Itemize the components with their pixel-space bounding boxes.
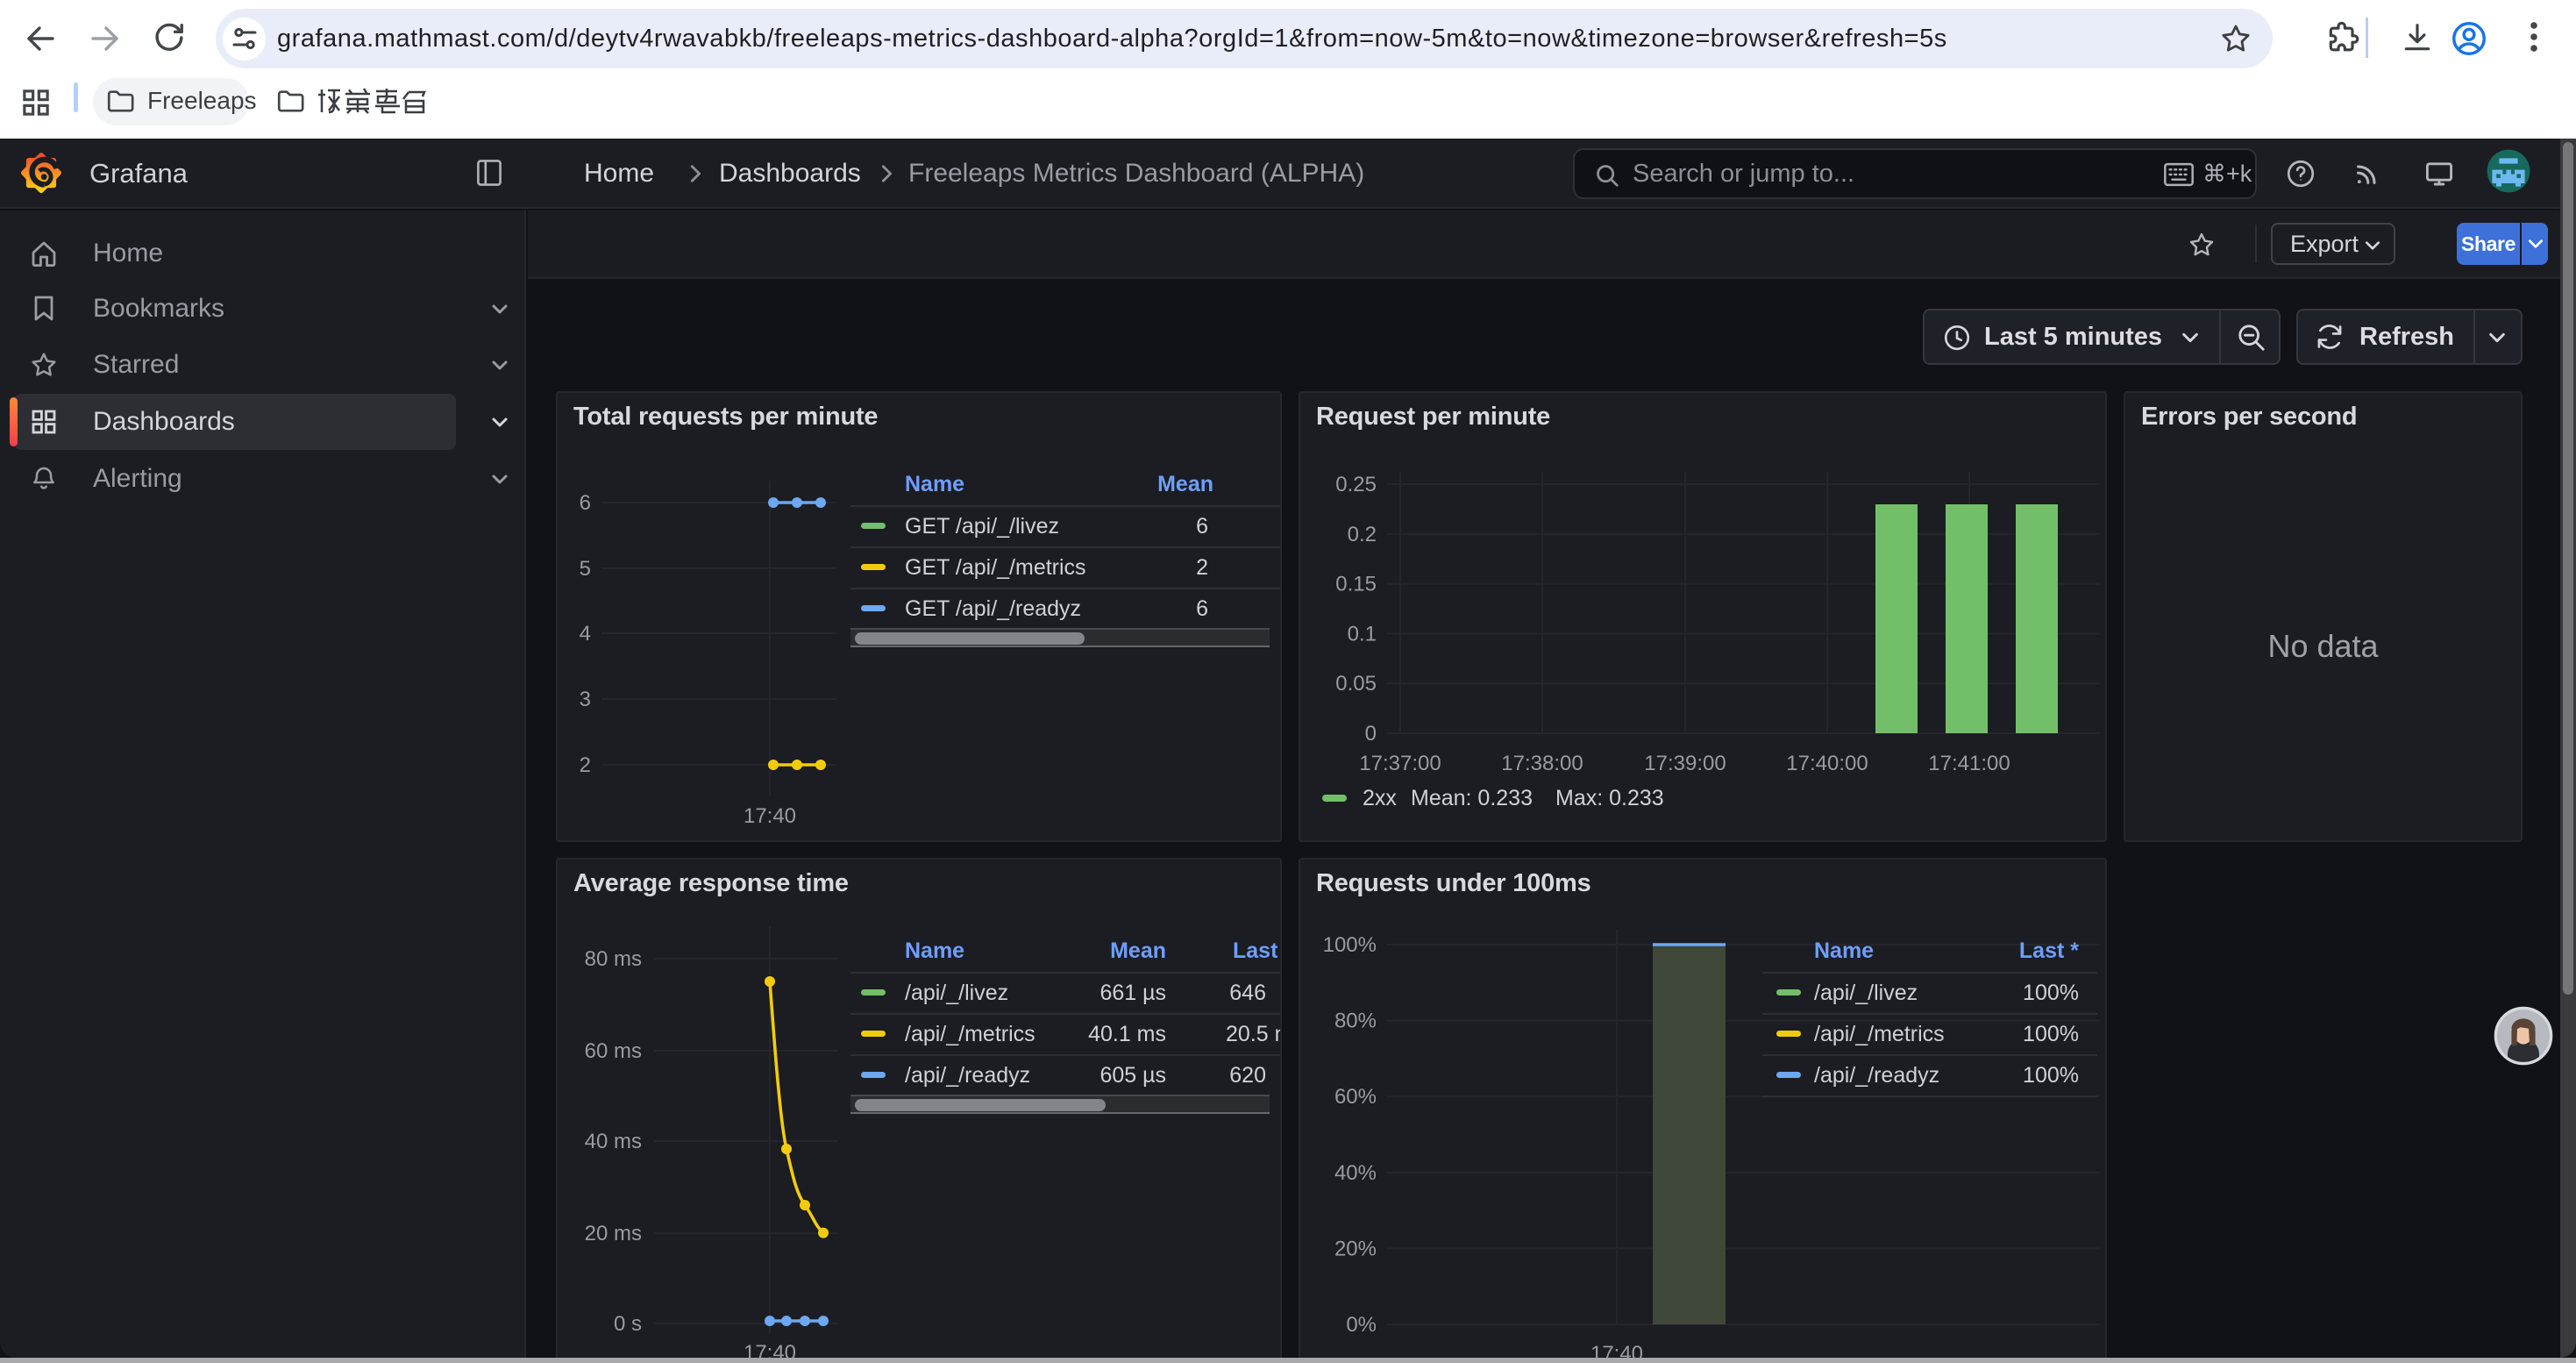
svg-text:2: 2 — [580, 753, 591, 777]
svg-text:Mean: 0.233: Mean: 0.233 — [1411, 786, 1533, 810]
svg-text:17:40: 17:40 — [744, 804, 796, 828]
svg-text:17:40: 17:40 — [1590, 1342, 1643, 1358]
svg-text:0.25: 0.25 — [1335, 473, 1377, 496]
svg-text:20%: 20% — [1334, 1237, 1377, 1260]
svg-text:0%: 0% — [1346, 1313, 1377, 1337]
svg-text:17:39:00: 17:39:00 — [1644, 752, 1726, 775]
svg-text:80 ms: 80 ms — [585, 947, 642, 971]
svg-text:0 s: 0 s — [614, 1312, 642, 1336]
svg-text:17:40:00: 17:40:00 — [1786, 752, 1868, 775]
svg-text:5: 5 — [580, 557, 591, 581]
svg-text:3: 3 — [580, 688, 591, 711]
svg-text:4: 4 — [580, 622, 591, 646]
svg-text:40 ms: 40 ms — [585, 1130, 642, 1153]
svg-text:60%: 60% — [1334, 1085, 1377, 1109]
svg-text:6: 6 — [580, 491, 591, 515]
svg-text:0.15: 0.15 — [1335, 573, 1377, 596]
svg-text:40%: 40% — [1334, 1161, 1377, 1185]
svg-text:17:41:00: 17:41:00 — [1928, 752, 2010, 775]
svg-text:17:40: 17:40 — [744, 1341, 796, 1358]
svg-text:2xx: 2xx — [1363, 786, 1397, 810]
svg-text:20 ms: 20 ms — [585, 1222, 642, 1245]
svg-text:0: 0 — [1365, 722, 1377, 746]
svg-text:0.1: 0.1 — [1348, 622, 1377, 646]
svg-text:Max: 0.233: Max: 0.233 — [1555, 786, 1664, 810]
svg-text:17:37:00: 17:37:00 — [1359, 752, 1441, 775]
svg-text:0.2: 0.2 — [1348, 523, 1377, 546]
svg-text:60 ms: 60 ms — [585, 1039, 642, 1063]
svg-text:100%: 100% — [1323, 933, 1377, 957]
svg-text:17:38:00: 17:38:00 — [1501, 752, 1583, 775]
svg-text:0.05: 0.05 — [1335, 672, 1377, 696]
svg-text:80%: 80% — [1334, 1010, 1377, 1033]
